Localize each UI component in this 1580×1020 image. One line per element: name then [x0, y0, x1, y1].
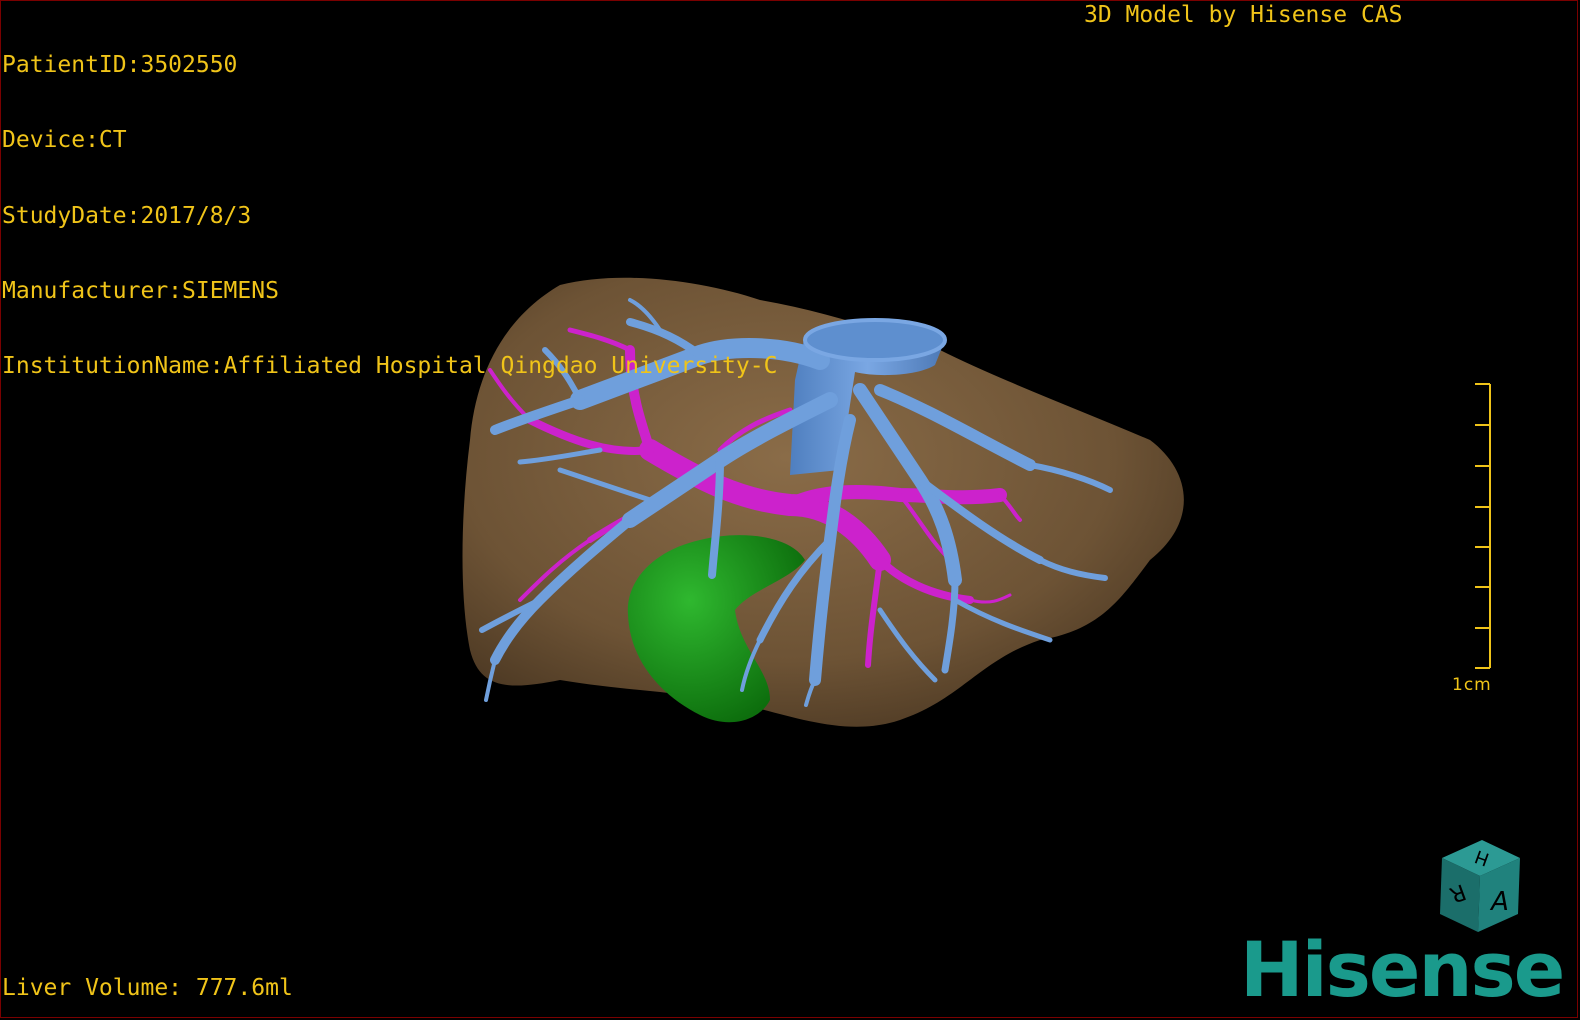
scale-label: 1cm	[1452, 675, 1492, 695]
institution-name: InstitutionName:Affiliated Hospital Qing…	[2, 353, 778, 380]
scale-bar	[1475, 383, 1491, 669]
patient-id: PatientID:3502550	[2, 52, 238, 78]
study-date: StudyDate:2017/8/3	[2, 202, 252, 229]
model-credit: 3D Model by Hisense CAS	[1084, 2, 1403, 28]
ivc-opening	[803, 318, 947, 362]
device-label: Device:CT	[2, 127, 127, 154]
patient-info-overlay: PatientID:3502550 Device:CT StudyDate:20…	[2, 3, 777, 404]
manufacturer-label: Manufacturer:SIEMENS	[2, 277, 279, 304]
liver-volume-readout: Liver Volume: 777.6ml	[2, 975, 293, 1001]
cube-face-front: A	[1489, 887, 1509, 917]
hisense-logo: Hisense	[1240, 925, 1565, 1014]
